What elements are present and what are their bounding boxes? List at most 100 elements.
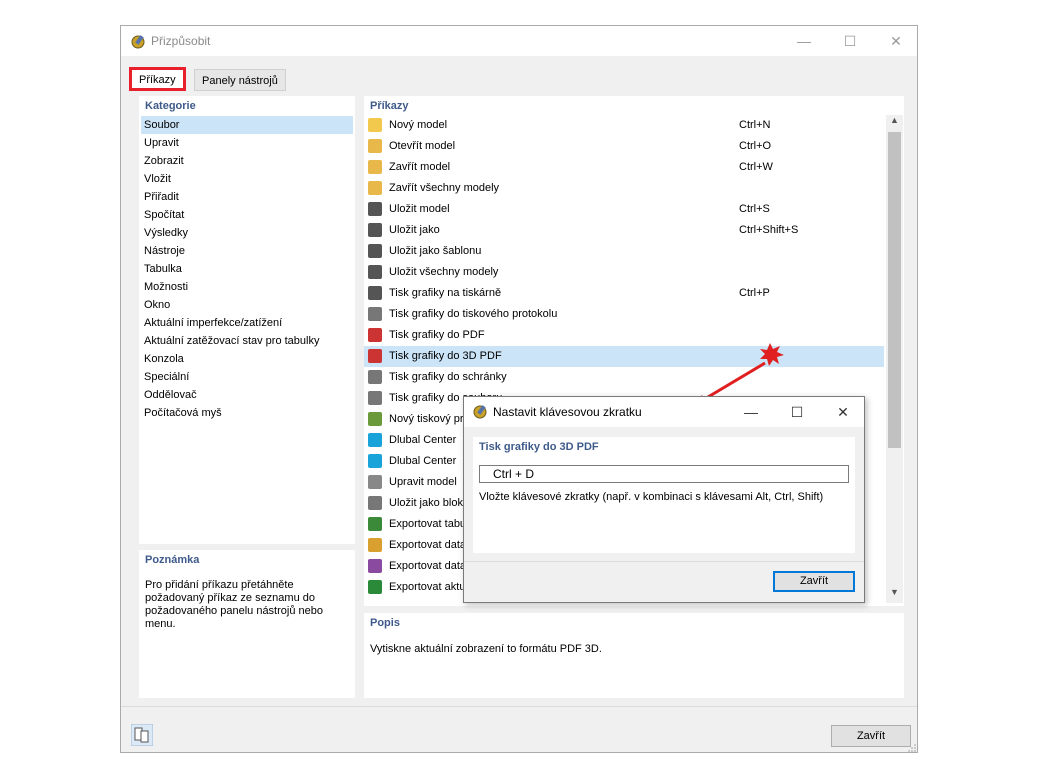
dialog-close-button[interactable]: ✕	[820, 397, 866, 427]
category-item[interactable]: Přiřadit	[141, 188, 353, 206]
save-icon	[368, 202, 382, 216]
command-label: Tisk grafiky do tiskového protokolu	[389, 308, 558, 320]
command-label: Uložit jako šablonu	[389, 245, 482, 257]
export-table-icon	[368, 517, 382, 531]
command-row[interactable]: Otevřít model Ctrl+O	[364, 136, 884, 157]
commands-scrollbar[interactable]: ▲ ▼	[886, 115, 903, 603]
command-row[interactable]: Tisk grafiky do schránky	[364, 367, 884, 388]
command-row[interactable]: Uložit model Ctrl+S	[364, 199, 884, 220]
command-row[interactable]: Uložit jako šablonu	[364, 241, 884, 262]
save-as-icon	[368, 223, 382, 237]
category-item[interactable]: Zobrazit	[141, 152, 353, 170]
scroll-down-arrow-icon[interactable]: ▼	[886, 587, 903, 601]
print-pdf-icon	[368, 328, 382, 342]
command-label: Uložit jako	[389, 224, 440, 236]
command-shortcut: Ctrl+P	[739, 287, 770, 299]
new-report-icon	[368, 412, 382, 426]
close-folder-icon	[368, 160, 382, 174]
tab-toolbars[interactable]: Panely nástrojů	[194, 69, 286, 91]
command-label: Uložit model	[389, 203, 450, 215]
category-item[interactable]: Konzola	[141, 350, 353, 368]
command-label: Tisk grafiky na tiskárně	[389, 287, 502, 299]
minimize-button[interactable]: —	[781, 26, 827, 56]
command-label: Dlubal Center	[389, 434, 457, 446]
command-shortcut: Ctrl+Shift+S	[739, 224, 799, 236]
command-row[interactable]: Tisk grafiky do 3D PDF	[364, 346, 884, 367]
dlubal-center-settings-icon	[368, 454, 382, 468]
dialog-command-name: Tisk grafiky do 3D PDF	[479, 441, 599, 453]
footer-divider	[121, 706, 917, 707]
dialog-title-bar: Nastavit klávesovou zkratku — ☐ ✕	[464, 397, 864, 427]
command-label: Uložit všechny modely	[389, 266, 499, 278]
maximize-button[interactable]: ☐	[827, 26, 873, 56]
command-row[interactable]: Tisk grafiky na tiskárně Ctrl+P	[364, 283, 884, 304]
note-text: Pro přidání příkazu přetáhněte požadovan…	[145, 579, 323, 630]
category-item[interactable]: Tabulka	[141, 260, 353, 278]
open-folder-icon	[368, 139, 382, 153]
scroll-thumb[interactable]	[888, 132, 901, 448]
command-row[interactable]: Uložit všechny modely	[364, 262, 884, 283]
print-clipboard-icon	[368, 370, 382, 384]
shortcut-dialog: Nastavit klávesovou zkratku — ☐ ✕ Tisk g…	[463, 396, 865, 603]
export-sap-icon	[368, 580, 382, 594]
categories-panel: Kategorie Soubor Upravit Zobrazit Vložit Při…	[139, 96, 355, 544]
description-text: Vytiskne aktuální zobrazení to formátu P…	[370, 643, 602, 655]
category-item[interactable]: Soubor	[141, 116, 353, 134]
command-label: Tisk grafiky do PDF	[389, 329, 485, 341]
command-shortcut: Ctrl+N	[739, 119, 771, 131]
command-shortcut: Ctrl+S	[739, 203, 770, 215]
command-label: Tisk grafiky do schránky	[389, 371, 507, 383]
close-window-button[interactable]: ✕	[873, 26, 919, 56]
print-report-icon	[368, 307, 382, 321]
category-item[interactable]: Možnosti	[141, 278, 353, 296]
command-label: Exportovat data	[389, 560, 467, 572]
command-shortcut: Ctrl+O	[739, 140, 772, 152]
scroll-up-arrow-icon[interactable]: ▲	[886, 115, 903, 129]
import-export-icon[interactable]	[131, 724, 153, 746]
command-row[interactable]: Tisk grafiky do PDF	[364, 325, 884, 346]
category-item[interactable]: Aktuální imperfekce/zatížení	[141, 314, 353, 332]
dialog-close-button-bottom[interactable]: Zavřít	[773, 571, 855, 592]
command-label: Upravit model	[389, 476, 457, 488]
command-label: Dlubal Center	[389, 455, 457, 467]
category-item[interactable]: Okno	[141, 296, 353, 314]
command-row[interactable]: Tisk grafiky do tiskového protokolu	[364, 304, 884, 325]
category-item[interactable]: Spočítat	[141, 206, 353, 224]
close-button[interactable]: Zavřít	[831, 725, 911, 747]
commands-header: Příkazy	[370, 100, 409, 112]
category-item[interactable]: Vložit	[141, 170, 353, 188]
category-item[interactable]: Nástroje	[141, 242, 353, 260]
printer-icon	[368, 286, 382, 300]
command-label: Zavřít všechny modely	[389, 182, 500, 194]
command-row[interactable]: Uložit jako Ctrl+Shift+S	[364, 220, 884, 241]
save-block-icon	[368, 496, 382, 510]
shortcut-input[interactable]: Ctrl + D	[479, 465, 849, 483]
dialog-divider	[464, 561, 864, 562]
note-header: Poznámka	[145, 554, 200, 566]
category-item[interactable]: Speciální	[141, 368, 353, 386]
command-label: Exportovat data	[389, 539, 467, 551]
command-label: Zavřít model	[389, 161, 451, 173]
save-template-icon	[368, 244, 382, 258]
category-item[interactable]: Aktuální zatěžovací stav pro tabulky	[141, 332, 353, 350]
note-panel: Poznámka Pro přidání příkazu přetáhněte …	[139, 550, 355, 698]
dialog-maximize-button[interactable]: ☐	[774, 397, 820, 427]
command-row[interactable]: Zavřít model Ctrl+W	[364, 157, 884, 178]
command-label: Tisk grafiky do 3D PDF	[389, 350, 502, 362]
command-label: Nový model	[389, 119, 448, 131]
category-item[interactable]: Počítačová myš	[141, 404, 353, 422]
window-title: Přizpůsobit	[151, 34, 211, 48]
new-model-icon	[368, 118, 382, 132]
category-item[interactable]: Upravit	[141, 134, 353, 152]
dlubal-center-icon	[368, 433, 382, 447]
category-item[interactable]: Oddělovač	[141, 386, 353, 404]
tab-commands[interactable]: Příkazy	[129, 67, 186, 91]
export-data-2-icon	[368, 559, 382, 573]
command-row[interactable]: Zavřít všechny modely	[364, 178, 884, 199]
resize-grip-icon[interactable]	[908, 743, 917, 752]
category-item[interactable]: Výsledky	[141, 224, 353, 242]
app-icon	[131, 35, 145, 49]
dialog-minimize-button[interactable]: —	[728, 397, 774, 427]
command-row[interactable]: Nový model Ctrl+N	[364, 115, 884, 136]
edit-model-icon	[368, 475, 382, 489]
